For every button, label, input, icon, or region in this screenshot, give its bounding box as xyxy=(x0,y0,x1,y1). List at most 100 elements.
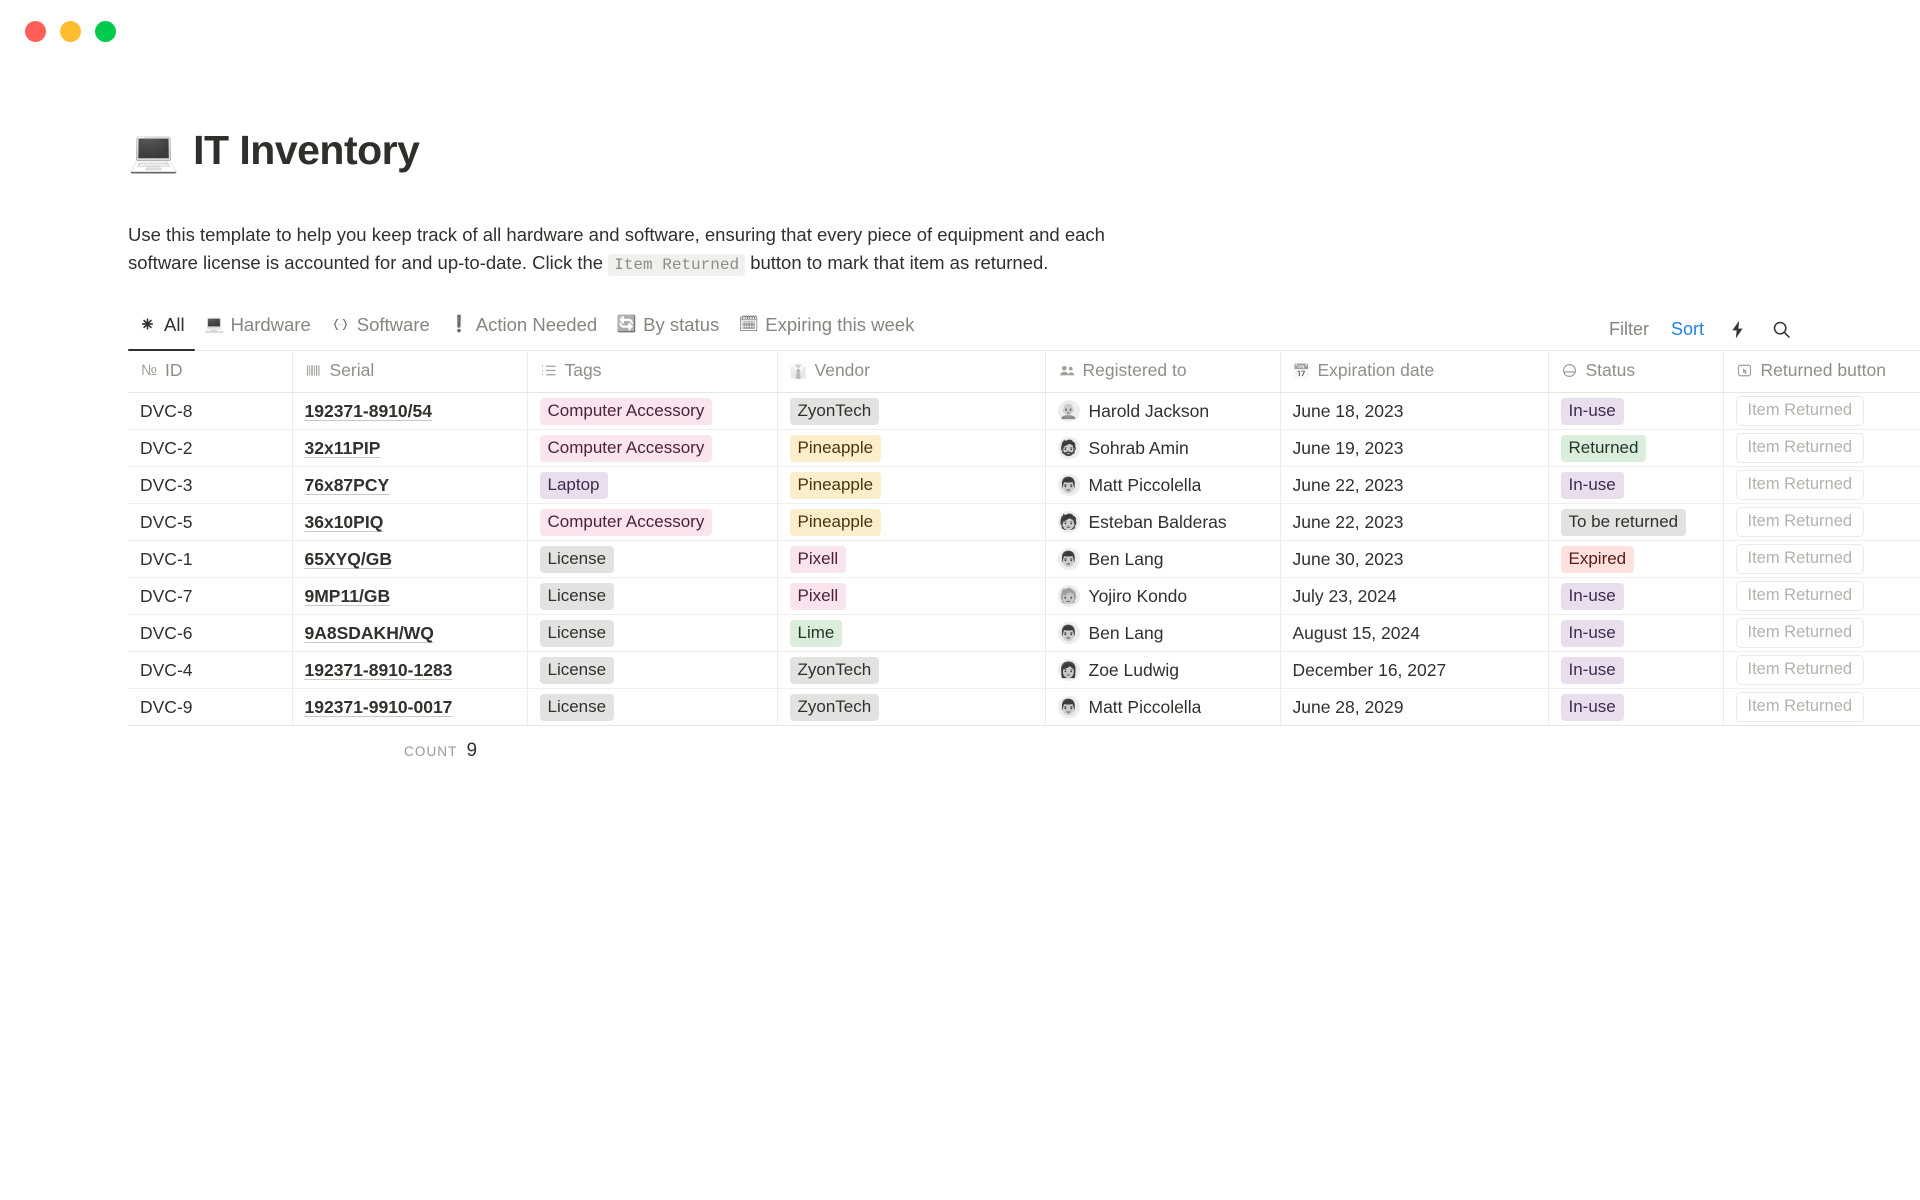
table-row[interactable]: DVC-9 192371-9910-0017 License ZyonTech … xyxy=(128,688,1920,727)
cell-id: DVC-4 xyxy=(128,651,293,690)
window-close-button[interactable] xyxy=(25,20,46,42)
cell-expiration-date[interactable]: June 30, 2023 xyxy=(1280,540,1549,579)
table-row[interactable]: DVC-4 192371-8910-1283 License ZyonTech … xyxy=(128,651,1920,690)
column-header-expiration-date[interactable]: 📅 Expiration date xyxy=(1280,351,1549,394)
table-row[interactable]: DVC-7 9MP11/GB License Pixell 🧓 Yojiro Ko… xyxy=(128,577,1920,616)
column-label: Vendor xyxy=(814,360,870,381)
cell-vendor: Pixell xyxy=(777,577,1046,616)
cell-expiration-date[interactable]: June 28, 2029 xyxy=(1280,688,1549,727)
cell-expiration-date[interactable]: August 15, 2024 xyxy=(1280,614,1549,653)
tab-by-status[interactable]: 🔄 By status xyxy=(607,309,729,350)
cell-expiration-date[interactable]: June 22, 2023 xyxy=(1280,466,1549,505)
vendor-pill[interactable]: ZyonTech xyxy=(789,398,880,425)
tab-label: Hardware xyxy=(230,313,311,335)
status-badge[interactable]: In-use xyxy=(1560,398,1624,425)
cell-status: In-use xyxy=(1548,614,1724,653)
cell-tags: Computer Accessory xyxy=(527,503,778,542)
table-row[interactable]: DVC-8 192371-8910/54 Computer Accessory … xyxy=(128,392,1920,431)
sort-button[interactable]: Sort xyxy=(1671,319,1704,340)
column-header-returned-button[interactable]: Returned button xyxy=(1723,351,1920,394)
status-badge[interactable]: In-use xyxy=(1560,472,1624,499)
cell-serial[interactable]: 192371-9910-0017 xyxy=(292,688,528,727)
status-badge[interactable]: Returned xyxy=(1560,435,1647,462)
item-returned-button[interactable]: Item Returned xyxy=(1735,396,1865,427)
vendor-pill[interactable]: Pixell xyxy=(789,546,847,573)
vendor-pill[interactable]: Pineapple xyxy=(789,472,882,499)
cell-expiration-date[interactable]: July 23, 2024 xyxy=(1280,577,1549,616)
cell-expiration-date[interactable]: June 22, 2023 xyxy=(1280,503,1549,542)
asterisk-icon xyxy=(138,315,157,334)
item-returned-button[interactable]: Item Returned xyxy=(1735,433,1865,464)
column-header-tags[interactable]: Tags xyxy=(527,351,778,394)
item-returned-button[interactable]: Item Returned xyxy=(1735,618,1865,649)
cell-serial[interactable]: 32x11PIP xyxy=(292,429,528,468)
window-minimize-button[interactable] xyxy=(60,20,81,42)
status-badge[interactable]: In-use xyxy=(1560,657,1624,684)
table-row[interactable]: DVC-2 32x11PIP Computer Accessory Pineap… xyxy=(128,429,1920,468)
tab-action-needed[interactable]: ❗ Action Needed xyxy=(440,309,607,350)
filter-button[interactable]: Filter xyxy=(1609,319,1649,340)
item-returned-button[interactable]: Item Returned xyxy=(1735,581,1865,612)
cell-status: In-use xyxy=(1548,392,1724,431)
tag-pill[interactable]: Computer Accessory xyxy=(539,509,713,536)
column-header-serial[interactable]: Serial xyxy=(292,351,528,394)
cell-serial[interactable]: 65XYQ/GB xyxy=(292,540,528,579)
item-returned-button[interactable]: Item Returned xyxy=(1735,544,1865,575)
cell-tags: License xyxy=(527,577,778,616)
vendor-pill[interactable]: Pixell xyxy=(789,583,847,610)
column-header-id[interactable]: № ID xyxy=(128,351,293,394)
vendor-pill[interactable]: ZyonTech xyxy=(789,694,880,721)
person-name: Ben Lang xyxy=(1088,622,1164,643)
vendor-pill[interactable]: Lime xyxy=(789,620,843,647)
column-label: Returned button xyxy=(1760,360,1887,381)
item-returned-button[interactable]: Item Returned xyxy=(1735,470,1865,501)
cell-expiration-date[interactable]: June 19, 2023 xyxy=(1280,429,1549,468)
tag-pill[interactable]: License xyxy=(539,620,615,647)
item-returned-button[interactable]: Item Returned xyxy=(1735,507,1865,538)
tag-pill[interactable]: Computer Accessory xyxy=(539,398,713,425)
cell-expiration-date[interactable]: December 16, 2027 xyxy=(1280,651,1549,690)
tab-expiring-this-week[interactable]: 🗓 Expiring this week xyxy=(729,309,924,350)
item-returned-button[interactable]: Item Returned xyxy=(1735,655,1865,686)
column-header-vendor[interactable]: 👔 Vendor xyxy=(777,351,1046,394)
lightning-bolt-icon[interactable] xyxy=(1726,318,1748,340)
window-maximize-button[interactable] xyxy=(95,20,116,42)
table-footer-count: Count 9 xyxy=(128,740,1920,762)
table-row[interactable]: DVC-3 76x87PCY Laptop Pineapple 👨 Matt Pi… xyxy=(128,466,1920,505)
cell-serial[interactable]: 9MP11/GB xyxy=(292,577,528,616)
cell-serial[interactable]: 76x87PCY xyxy=(292,466,528,505)
tag-pill[interactable]: Laptop xyxy=(539,472,608,499)
tag-pill[interactable]: Computer Accessory xyxy=(539,435,713,462)
search-icon[interactable] xyxy=(1770,318,1792,340)
vendor-pill[interactable]: Pineapple xyxy=(789,435,882,462)
tag-pill[interactable]: License xyxy=(539,657,615,684)
vendor-pill[interactable]: ZyonTech xyxy=(789,657,880,684)
cell-id: DVC-9 xyxy=(128,688,293,727)
vendor-pill[interactable]: Pineapple xyxy=(789,509,882,536)
cell-serial[interactable]: 36x10PIQ xyxy=(292,503,528,542)
status-badge[interactable]: Expired xyxy=(1560,546,1635,573)
table-row[interactable]: DVC-1 65XYQ/GB License Pixell 👨 Ben Lang … xyxy=(128,540,1920,579)
tab-software[interactable]: Software xyxy=(321,309,440,350)
tab-all[interactable]: All xyxy=(128,309,195,352)
table-row[interactable]: DVC-6 9A8SDAKH/WQ License Lime 👨 Ben Lang… xyxy=(128,614,1920,653)
table-row[interactable]: DVC-5 36x10PIQ Computer Accessory Pineap… xyxy=(128,503,1920,542)
status-badge[interactable]: In-use xyxy=(1560,694,1624,721)
tag-pill[interactable]: License xyxy=(539,694,615,721)
status-badge[interactable]: In-use xyxy=(1560,583,1624,610)
cell-expiration-date[interactable]: June 18, 2023 xyxy=(1280,392,1549,431)
status-badge[interactable]: In-use xyxy=(1560,620,1624,647)
tag-pill[interactable]: License xyxy=(539,546,615,573)
tag-pill[interactable]: License xyxy=(539,583,615,610)
cell-serial[interactable]: 192371-8910/54 xyxy=(292,392,528,431)
tab-hardware[interactable]: 💻 Hardware xyxy=(195,309,321,350)
column-header-status[interactable]: Status xyxy=(1548,351,1724,394)
column-header-registered-to[interactable]: Registered to xyxy=(1045,351,1281,394)
page-title[interactable]: IT Inventory xyxy=(193,128,420,173)
cell-returned-button: Item Returned xyxy=(1723,503,1920,542)
inventory-table: № ID Serial Tags 👔 Vendor Registered to … xyxy=(128,351,1920,727)
status-badge[interactable]: To be returned xyxy=(1560,509,1687,536)
cell-serial[interactable]: 9A8SDAKH/WQ xyxy=(292,614,528,653)
item-returned-button[interactable]: Item Returned xyxy=(1735,692,1865,723)
cell-serial[interactable]: 192371-8910-1283 xyxy=(292,651,528,690)
